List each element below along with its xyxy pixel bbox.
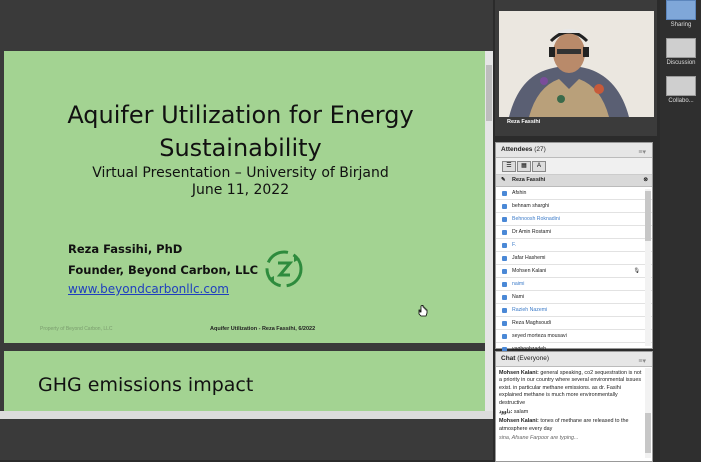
attendee-name: seyed morteza mousavi	[512, 333, 567, 339]
attendee-name: Dr Amin Rostami	[512, 229, 551, 235]
website-link[interactable]: www.beyondcarbonllc.com	[68, 282, 229, 296]
attendee-name: Reza Maghsoudi	[512, 320, 551, 326]
attendee-row[interactable]: Dr Amin Rostami	[496, 226, 652, 239]
grid-view-icon[interactable]: ▦	[517, 161, 531, 172]
microphone-icon: 🎙	[633, 268, 640, 274]
person-icon	[502, 230, 507, 235]
beyond-carbon-logo-icon	[265, 250, 303, 288]
host-name: Reza Fassihi	[512, 177, 546, 183]
collaboration-layout-icon	[666, 76, 696, 96]
stage-scroll-thumb[interactable]	[486, 65, 492, 121]
layout-sharing-label: Sharing	[670, 22, 692, 28]
attendee-name: Razieh Nazemi	[512, 307, 548, 313]
layout-collaboration[interactable]: Collabo...	[665, 76, 697, 104]
attendee-name: Nami	[512, 294, 525, 300]
attendee-row[interactable]: behnam sharghi	[496, 200, 652, 213]
sharing-layout-icon	[666, 0, 696, 20]
chat-message: Mohsen Kalani: general speaking, co2 seq…	[499, 370, 644, 407]
slide-footer-center: Aquifer Utilization - Reza Fassihi, 6/20…	[210, 326, 316, 332]
author-role: Founder, Beyond Carbon, LLC	[68, 263, 259, 277]
layout-discussion-label: Discussion	[666, 60, 696, 66]
host-close-icon[interactable]: ⊗	[643, 175, 648, 186]
chat-pod: Chat (Everyone) ≡▾ Mohsen Kalani: genera…	[495, 351, 653, 462]
attendee-name: Afshin	[512, 190, 527, 196]
attendees-scroll-thumb[interactable]	[645, 191, 651, 241]
chat-messages: Mohsen Kalani: general speaking, co2 seq…	[496, 367, 652, 443]
chat-sender: Mohsen Kalani:	[499, 370, 539, 376]
chat-menu-icon[interactable]: ≡▾	[638, 355, 646, 369]
attendee-row[interactable]: Jafar Hashemi	[496, 252, 652, 265]
person-icon	[502, 204, 507, 209]
person-icon	[502, 282, 507, 287]
presenter-icon: ✎	[501, 177, 506, 183]
attendee-row[interactable]: Afshin	[496, 187, 652, 200]
sort-view-icon[interactable]: A	[532, 161, 546, 172]
attendee-name: Mohsen Kalani	[512, 268, 547, 274]
chat-sender: داوود:	[499, 409, 513, 416]
slide-subtitle: Virtual Presentation – University of Bir…	[92, 165, 389, 181]
chat-scroll-thumb[interactable]	[645, 413, 651, 453]
attendee-row[interactable]: Mohsen Kalani 🎙	[496, 265, 652, 278]
video-presenter-name: Reza Fassihi	[507, 119, 541, 125]
chat-message: Mohsen Kalani: tones of methane are rele…	[499, 418, 644, 433]
presenter-video	[499, 11, 654, 117]
chat-text: salam	[513, 409, 529, 416]
attendees-toolbar: ☰ ▦ A	[496, 158, 652, 175]
attendees-title: Attendees	[501, 146, 533, 153]
hand-cursor-icon	[418, 305, 428, 317]
attendee-name: behnam sharghi	[512, 203, 550, 209]
attendee-name: Behnoosh Roknadini	[512, 216, 560, 222]
chat-header: Chat (Everyone) ≡▾	[496, 352, 652, 367]
person-icon	[502, 243, 507, 248]
typing-indicator: sina, Afsane Farpoor are typing...	[499, 435, 579, 442]
slide2-title: GHG emissions impact	[38, 374, 254, 396]
layout-discussion[interactable]: Discussion	[665, 38, 697, 66]
attendee-row[interactable]: Razieh Nazemi	[496, 304, 652, 317]
person-icon	[502, 191, 507, 196]
attendee-name: Jafar Hashemi	[512, 255, 546, 261]
attendees-scrollbar[interactable]	[645, 189, 651, 346]
person-icon	[502, 295, 507, 300]
person-icon	[502, 256, 507, 261]
slide-title-line2: Sustainability	[159, 134, 322, 162]
chat-title: Chat	[501, 355, 516, 362]
person-icon	[502, 269, 507, 274]
layout-collaboration-label: Collabo...	[668, 98, 694, 104]
attendee-row[interactable]: Behnoosh Roknadini	[496, 213, 652, 226]
chat-sender: Mohsen Kalani:	[499, 418, 539, 425]
discussion-layout-icon	[666, 38, 696, 58]
attendee-host[interactable]: ✎ Reza Fassihi ⊗	[496, 175, 652, 187]
slide-title-line1: Aquifer Utilization for Energy	[67, 101, 414, 129]
attendee-name: naimi	[512, 281, 525, 287]
attendee-row[interactable]: F.	[496, 239, 652, 252]
layout-sidebar	[660, 0, 701, 460]
person-icon	[502, 308, 507, 313]
person-icon	[502, 217, 507, 222]
attendees-count: (27)	[534, 146, 546, 153]
list-view-icon[interactable]: ☰	[502, 161, 516, 172]
attendees-header: Attendees (27) ≡▾	[496, 143, 652, 158]
attendees-pod: Attendees (27) ≡▾ ☰ ▦ A ✎ Reza Fassihi ⊗…	[495, 142, 653, 356]
chat-message: داوود: salam	[499, 409, 644, 416]
slide-date: June 11, 2022	[191, 182, 290, 198]
attendee-name: F.	[512, 242, 517, 248]
person-icon	[502, 334, 507, 339]
person-icon	[502, 321, 507, 326]
slide-footer-left: Property of Beyond Carbon, LLC	[40, 326, 113, 332]
attendee-row[interactable]: Reza Maghsoudi	[496, 317, 652, 330]
attendee-row[interactable]: Nami	[496, 291, 652, 304]
stage-scrollbar[interactable]	[485, 51, 493, 411]
attendee-row[interactable]: naimi	[496, 278, 652, 291]
stage-horizontal-scrollbar[interactable]	[0, 411, 493, 419]
attendee-row[interactable]: seyed morteza mousavi	[496, 330, 652, 343]
layout-sharing[interactable]: Sharing	[665, 0, 697, 28]
chat-scope[interactable]: (Everyone)	[517, 355, 549, 362]
author-name: Reza Fassihi, PhD	[68, 242, 183, 256]
presenter-image-icon	[499, 11, 654, 117]
chat-scrollbar[interactable]	[645, 368, 651, 458]
